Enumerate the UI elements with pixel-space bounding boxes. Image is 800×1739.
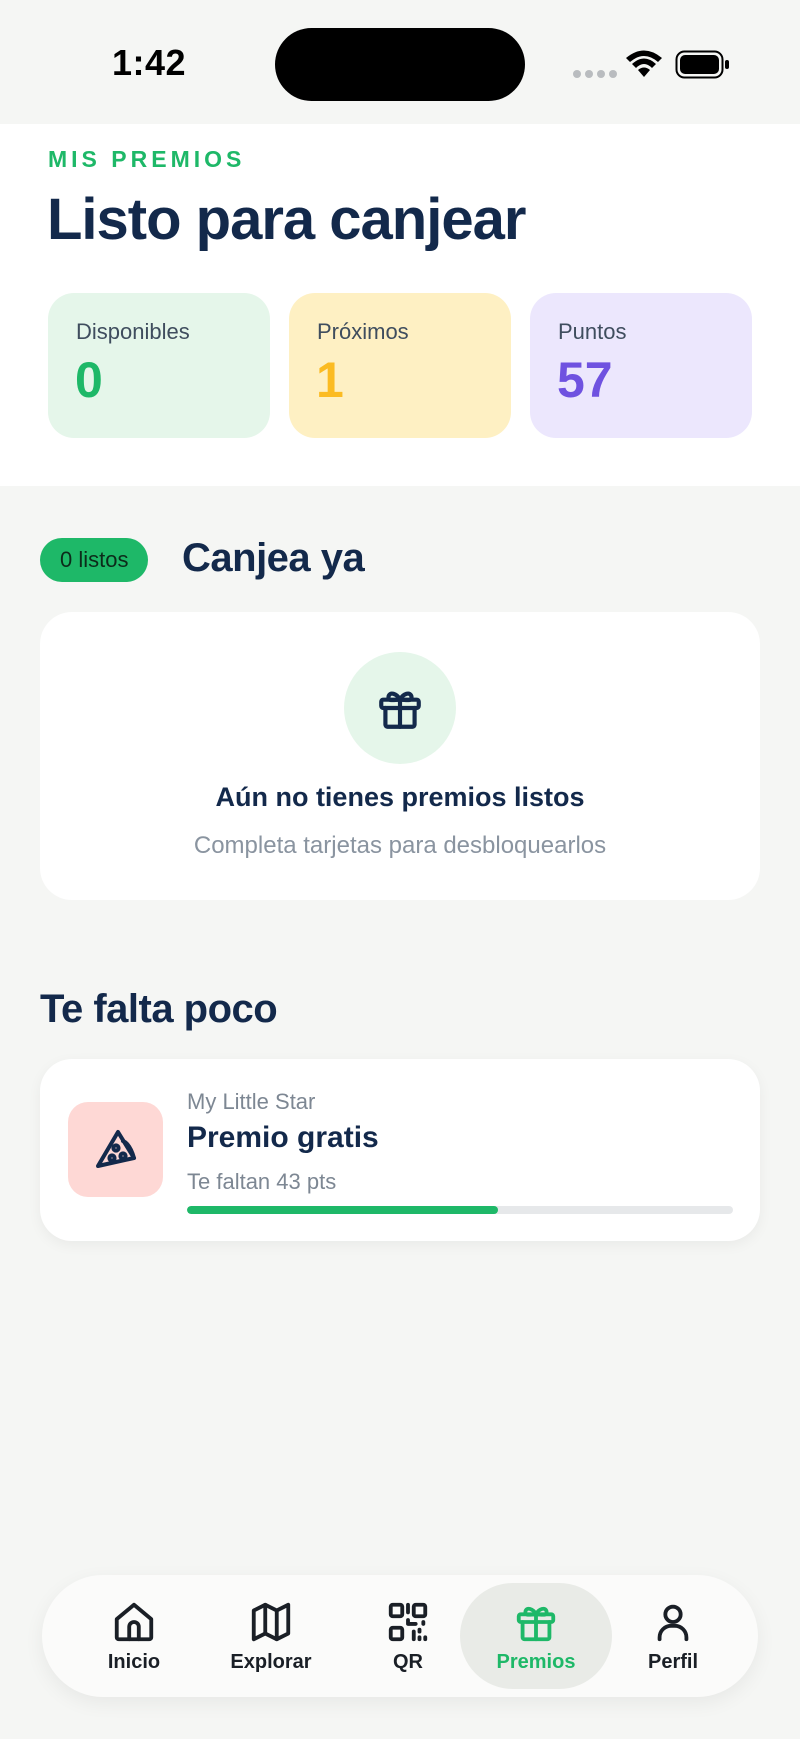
wifi-icon [626,50,662,77]
stat-value: 0 [75,352,103,408]
stat-value: 57 [557,352,613,408]
tab-label: Perfil [647,1651,699,1673]
gift-icon [516,1606,556,1642]
ready-section-title: Canjea ya [182,536,365,580]
ready-count-badge: 0 listos [40,538,149,582]
tab-premios[interactable]: Premios [460,1583,612,1689]
near-section-title: Te falta poco [40,987,278,1031]
stat-card-points: Puntos 57 [530,293,752,438]
reward-progress-card[interactable]: My Little Star Premio gratis Te faltan 4… [40,1059,760,1241]
tab-explorar[interactable]: Explorar [195,1583,347,1689]
home-icon [114,1602,154,1642]
screen: 1:42 MIS PREMIOS Listo para canjear Disp… [0,0,800,1739]
status-time: 1:42 [112,42,187,83]
reward-store-name: My Little Star [187,1089,316,1114]
status-bar: 1:42 [0,0,800,124]
tab-label: QR [393,1651,423,1673]
map-icon [251,1602,291,1642]
empty-state-title: Aún no tienes premios listos [215,782,585,812]
tab-label: Inicio [107,1651,161,1673]
stat-label: Próximos [317,319,409,344]
bottom-tab-bar: Inicio Explorar QR Premios Perfil [42,1575,758,1697]
stat-label: Puntos [558,319,627,344]
gift-badge [344,652,456,764]
battery-icon [675,50,729,79]
tab-perfil[interactable]: Perfil [597,1583,749,1689]
empty-state-subtitle: Completa tarjetas para desbloquearlos [193,832,607,859]
tab-inicio[interactable]: Inicio [58,1583,210,1689]
page-title: Listo para canjear [47,187,526,252]
gift-icon [379,691,421,729]
rewards-header: MIS PREMIOS Listo para canjear Disponibl… [0,124,800,486]
reward-thumbnail [68,1102,163,1197]
cellular-signal-icon [573,70,617,78]
reward-name: Premio gratis [187,1121,379,1154]
reward-progress-bar [187,1206,733,1214]
stat-card-upcoming: Próximos 1 [289,293,511,438]
stat-card-available: Disponibles 0 [48,293,270,438]
user-icon [657,1604,689,1642]
stat-label: Disponibles [76,319,190,344]
empty-rewards-card: Aún no tienes premios listos Completa ta… [40,612,760,900]
pizza-icon [95,1129,136,1168]
dynamic-island [275,28,525,101]
tab-label: Premios [496,1651,576,1673]
tab-label: Explorar [230,1651,312,1673]
section-eyebrow: MIS PREMIOS [48,146,246,172]
stat-value: 1 [316,352,344,408]
reward-progress-fill [187,1206,499,1214]
qr-icon [388,1602,428,1642]
reward-points-missing: Te faltan 43 pts [187,1169,337,1194]
